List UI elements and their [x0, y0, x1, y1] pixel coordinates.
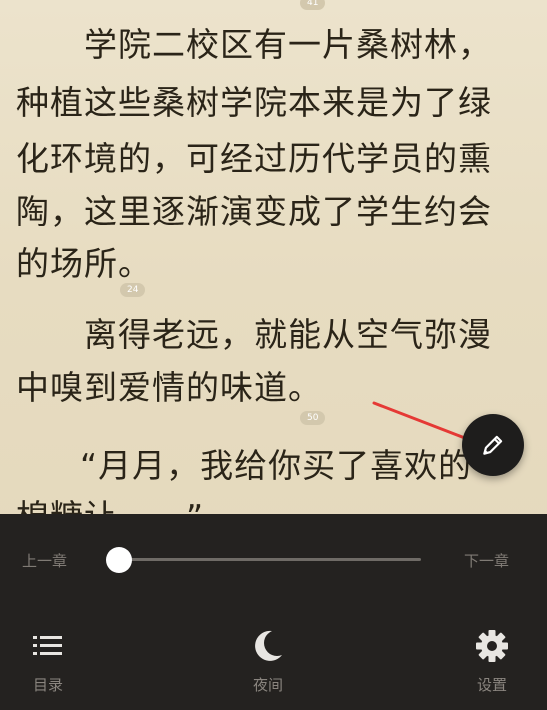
edit-note-button[interactable]: [462, 414, 524, 476]
prev-chapter-button[interactable]: 上一章: [22, 550, 67, 571]
nav-night-mode-label: 夜间: [252, 676, 283, 694]
nav-night-mode-button[interactable]: 夜间: [228, 626, 308, 695]
text-line: 的场所。: [16, 244, 152, 283]
chapter-progress-slider[interactable]: [119, 558, 421, 561]
nav-settings-label: 设置: [476, 676, 507, 694]
text-line: 中嗅到爱情的味道。: [16, 368, 322, 407]
text-line: 陶，这里逐渐演变成了学生约会: [16, 192, 492, 231]
page-badge: 24: [120, 283, 146, 297]
slider-thumb[interactable]: [106, 547, 132, 573]
text-line: “月月，我给你买了喜欢的: [80, 446, 473, 485]
gear-icon: [476, 630, 508, 662]
nav-toc-label: 目录: [32, 676, 63, 694]
next-chapter-button[interactable]: 下一章: [464, 550, 509, 571]
nav-toc-button[interactable]: 目录: [8, 626, 88, 695]
page-badge: 50: [300, 411, 326, 425]
text-line: 学院二校区有一片桑树林，: [84, 25, 492, 64]
moon-icon: [255, 630, 282, 661]
pencil-icon: [483, 435, 503, 455]
text-line: 离得老远，就能从空气弥漫: [84, 315, 492, 354]
nav-settings-button[interactable]: 设置: [452, 626, 532, 695]
list-icon: [33, 636, 62, 655]
text-line: 化环境的，可经过历代学员的熏: [16, 139, 492, 178]
text-line: 种植这些桑树学院本来是为了绿: [16, 83, 492, 122]
page-badge: 41: [300, 0, 326, 10]
